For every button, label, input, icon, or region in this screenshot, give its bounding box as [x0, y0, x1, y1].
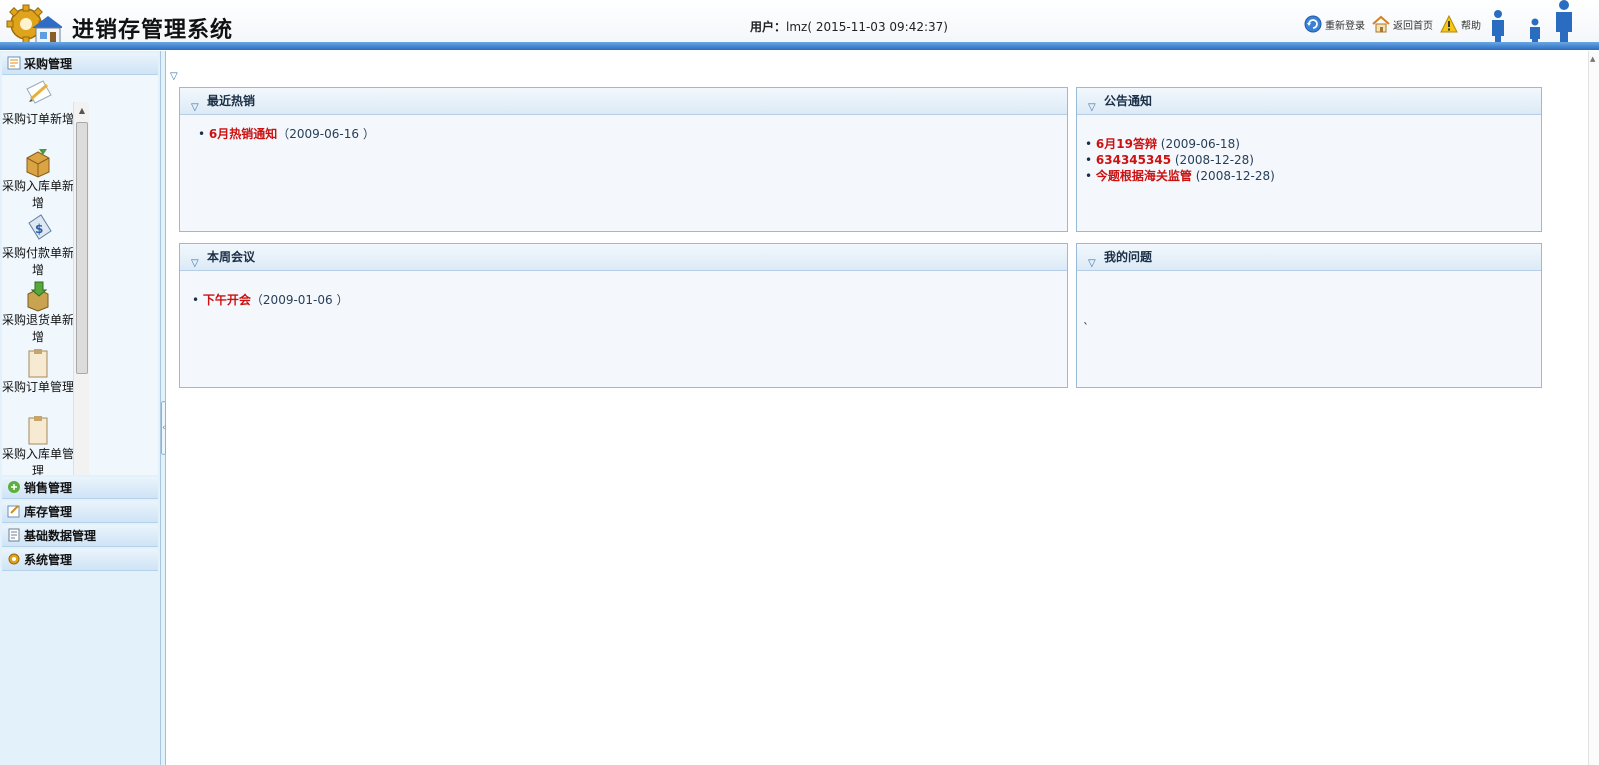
- item-date: (2008-12-28): [1171, 153, 1254, 167]
- header: 进销存管理系统 用户：lmz( 2015-11-03 09:42:37) 重新登…: [0, 0, 1599, 46]
- collapse-triangle-icon[interactable]: ▽: [191, 251, 199, 277]
- collapse-triangle-icon[interactable]: ▽: [1088, 95, 1096, 121]
- panel-notices: ▽ 公告通知 6月19答辩 (2009-06-18) 634345345 (20…: [1076, 87, 1542, 232]
- menu-label: 采购订单管理: [2, 380, 75, 394]
- warning-icon: [1440, 15, 1458, 33]
- box-icon: [26, 149, 50, 178]
- panel-body: 6月19答辩 (2009-06-18) 634345345 (2008-12-2…: [1077, 115, 1541, 231]
- notice-link[interactable]: 634345345: [1096, 153, 1171, 167]
- panel-header: ▽ 最近热销: [180, 88, 1067, 115]
- menu-label: 采购付款单新增: [2, 246, 75, 277]
- panel-hot-sales: ▽ 最近热销 6月热销通知（2009-06-16 ）: [179, 87, 1068, 232]
- help-label: 帮助: [1461, 20, 1481, 32]
- header-accent-bar: [0, 42, 1599, 50]
- collapse-triangle-icon[interactable]: ▽: [1088, 251, 1096, 277]
- main-content: ▽ ▽ 最近热销 6月热销通知（2009-06-16 ） ▽ 公告通知 6月19…: [166, 51, 1588, 765]
- panel-header: ▽ 我的问题: [1077, 244, 1541, 271]
- logo-gear-house-icon: [6, 4, 62, 45]
- panel-title: 我的问题: [1104, 250, 1153, 264]
- item-date: (2009-06-18): [1156, 137, 1240, 151]
- list-item: 6月热销通知（2009-06-16 ）: [198, 126, 1049, 142]
- user-value: lmz( 2015-11-03 09:42:37): [786, 20, 948, 34]
- menu-purchase-inbound-manage[interactable]: 采购入库单管理: [2, 414, 74, 475]
- menu-label: 采购入库单新增: [2, 179, 75, 210]
- sidebar-section-inventory[interactable]: 库存管理: [2, 501, 158, 523]
- app-title: 进销存管理系统: [72, 18, 234, 43]
- question-mark-text: `: [1083, 321, 1089, 335]
- page-scroll-up-arrow[interactable]: ▲: [1590, 55, 1595, 63]
- sidebar-section-label: 采购管理: [24, 57, 73, 71]
- list-item: 下午开会（2009-01-06 ）: [192, 292, 1055, 308]
- help-link[interactable]: 帮助: [1440, 14, 1481, 34]
- sidebar-section-system[interactable]: 系统管理: [2, 549, 158, 571]
- sidebar: 采购管理 采购订单新增 采购入库单新增 $ 采购付款单新增 采购退货单新增 采购…: [0, 51, 161, 765]
- purchase-menu-panel: 采购订单新增 采购入库单新增 $ 采购付款单新增 采购退货单新增 采购订单管理 …: [2, 75, 158, 475]
- notice-link[interactable]: 今题根据海关监管: [1096, 169, 1192, 183]
- menu-purchase-return-add[interactable]: 采购退货单新增: [2, 280, 74, 346]
- panel-body: 下午开会（2009-01-06 ）: [180, 271, 1067, 387]
- pencil-doc-icon: [26, 80, 52, 104]
- relogin-link[interactable]: 重新登录: [1304, 14, 1365, 34]
- sidebar-section-sales[interactable]: 销售管理: [2, 477, 158, 499]
- hot-sales-link[interactable]: 6月热销通知: [209, 127, 277, 141]
- return-icon: [27, 281, 49, 312]
- collapse-triangle-icon[interactable]: ▽: [191, 95, 199, 121]
- scroll-up-arrow[interactable]: ▲: [74, 104, 90, 118]
- business-people-icon: [1492, 0, 1572, 44]
- panel-body: `: [1077, 271, 1541, 387]
- page-scrollbar[interactable]: ▲: [1588, 51, 1599, 765]
- sidebar-section-label: 销售管理: [24, 481, 73, 495]
- panel-title: 公告通知: [1104, 94, 1153, 108]
- user-label: 用户：: [750, 20, 787, 34]
- purchase-icon: [7, 56, 21, 70]
- money-tag-icon: $: [28, 214, 52, 240]
- sidebar-section-purchase[interactable]: 采购管理: [2, 53, 158, 75]
- meeting-link[interactable]: 下午开会: [203, 293, 251, 307]
- home-label: 返回首页: [1393, 20, 1433, 32]
- panel-body: 6月热销通知（2009-06-16 ）: [180, 115, 1067, 231]
- sidebar-section-label: 基础数据管理: [24, 529, 97, 543]
- relogin-label: 重新登录: [1325, 20, 1365, 32]
- item-date: (2008-12-28): [1191, 169, 1275, 183]
- menu-label: 采购退货单新增: [2, 313, 75, 344]
- panel-my-questions: ▽ 我的问题 `: [1076, 243, 1542, 388]
- panel-title: 本周会议: [207, 250, 256, 264]
- menu-purchase-order-manage[interactable]: 采购订单管理: [2, 347, 74, 396]
- home-icon: [1372, 15, 1390, 33]
- purchase-menu-scrollbar[interactable]: ▲ ▼: [73, 102, 89, 475]
- sidebar-section-label: 系统管理: [24, 553, 73, 567]
- item-date: （2009-06-16 ）: [277, 127, 375, 141]
- clipboard-icon: [28, 416, 48, 445]
- panel-title: 最近热销: [207, 94, 256, 108]
- sales-icon: [8, 481, 20, 493]
- list-item: 6月19答辩 (2009-06-18): [1085, 136, 1533, 152]
- panel-header: ▽ 公告通知: [1077, 88, 1541, 115]
- panel-meetings: ▽ 本周会议 下午开会（2009-01-06 ）: [179, 243, 1068, 388]
- menu-purchase-inbound-add[interactable]: 采购入库单新增: [2, 146, 74, 212]
- menu-purchase-payment-add[interactable]: $ 采购付款单新增: [2, 213, 74, 279]
- gear-icon: [8, 553, 20, 565]
- sidebar-section-basedata[interactable]: 基础数据管理: [2, 525, 158, 547]
- home-link[interactable]: 返回首页: [1372, 14, 1433, 34]
- list-item: 今题根据海关监管 (2008-12-28): [1085, 168, 1533, 184]
- svg-text:$: $: [35, 222, 43, 236]
- user-info: 用户：lmz( 2015-11-03 09:42:37): [750, 18, 948, 35]
- menu-purchase-order-add[interactable]: 采购订单新增: [2, 79, 74, 128]
- clipboard-icon: [28, 349, 48, 378]
- inventory-icon: [7, 505, 20, 518]
- scroll-thumb[interactable]: [76, 122, 88, 374]
- main-collapse-triangle-icon[interactable]: ▽: [170, 71, 178, 82]
- basedata-icon: [8, 528, 20, 542]
- menu-label: 采购入库单管理: [2, 447, 75, 475]
- panel-header: ▽ 本周会议: [180, 244, 1067, 271]
- sidebar-section-label: 库存管理: [24, 505, 73, 519]
- menu-label: 采购订单新增: [2, 112, 75, 126]
- refresh-icon: [1304, 15, 1322, 33]
- item-date: （2009-01-06 ）: [250, 293, 349, 307]
- list-item: 634345345 (2008-12-28): [1085, 152, 1533, 168]
- notice-link[interactable]: 6月19答辩: [1096, 137, 1157, 151]
